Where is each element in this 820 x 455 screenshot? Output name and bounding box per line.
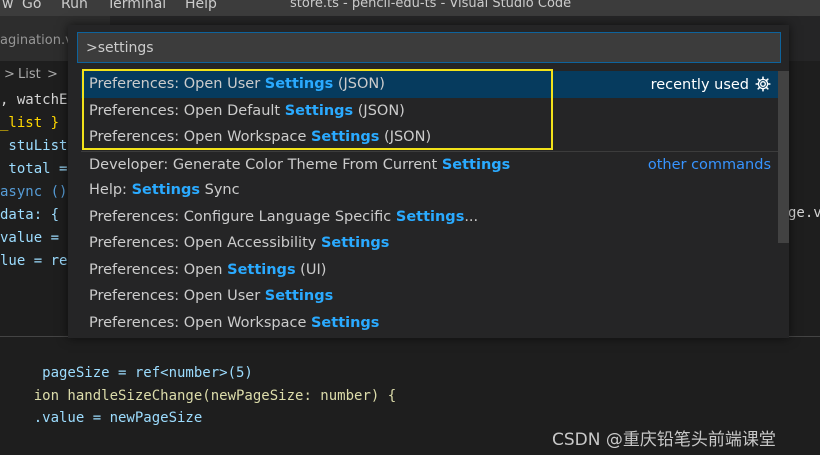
command-item-detail: recently used	[650, 77, 749, 93]
command-item-label: Preferences: Open Accessibility Settings	[89, 235, 389, 251]
command-item-suffix: (UI)	[295, 261, 327, 278]
command-item-prefix: Preferences: Open Workspace	[89, 129, 311, 145]
command-item-label: Preferences: Open Settings (UI)	[89, 262, 326, 278]
window-title: store.ts - pencil-edu-ts - Visual Studio…	[290, 0, 572, 11]
command-item[interactable]: Preferences: Configure Language Specific…	[81, 204, 781, 231]
command-item-prefix: Preferences: Configure Language Specific	[89, 208, 396, 225]
command-item-label: Preferences: Open Workspace Settings (JS…	[89, 129, 431, 145]
command-item-match: Settings	[310, 314, 380, 331]
command-item[interactable]: Preferences: Open Settings (UI)	[81, 257, 781, 284]
command-item-match: Settings	[264, 76, 334, 92]
command-item-prefix: Developer: Generate Color Theme From Cur…	[89, 156, 442, 173]
command-item-match: Settings	[131, 182, 201, 198]
command-item[interactable]: Preferences: Open Workspace Settings	[81, 310, 781, 337]
command-item[interactable]: Preferences: Open Accessibility Settings	[81, 230, 781, 257]
command-item[interactable]: Developer: Generate Color Theme From Cur…	[81, 150, 781, 178]
editor-tab-label: agination.v	[0, 33, 73, 48]
command-item-match: Settings	[310, 129, 380, 145]
command-item-match: Settings	[264, 288, 334, 304]
command-list: Preferences: Open User Settings (JSON) re…	[81, 71, 781, 336]
code-line: _list }	[0, 115, 60, 131]
command-item-prefix: Preferences: Open Workspace	[89, 314, 311, 331]
code-text: .value = newPageSize	[33, 410, 203, 426]
command-item-prefix: Preferences: Open Default	[89, 102, 285, 119]
code-line: data: {	[0, 207, 60, 223]
command-item-label: Preferences: Open Default Settings (JSON…	[89, 103, 405, 119]
command-item-match: Settings	[227, 261, 296, 278]
command-item-label: Help: Settings Sync	[89, 182, 240, 198]
command-item[interactable]: Preferences: Open Default Settings (JSON…	[81, 98, 781, 125]
code-fragment-right: ge.v	[788, 205, 820, 221]
code-line: total =	[0, 161, 68, 177]
menu-item-view[interactable]: w	[2, 0, 13, 12]
command-item-prefix: Preferences: Open	[89, 261, 228, 278]
command-item-suffix: Sync	[200, 182, 240, 198]
command-item-prefix: Preferences: Open User	[89, 288, 265, 304]
command-item[interactable]: Preferences: Open Workspace Settings (JS…	[81, 124, 781, 151]
command-item[interactable]: Preferences: Open User Settings	[81, 283, 781, 310]
command-item-suffix: ...	[464, 208, 479, 225]
command-item-match: Settings	[320, 235, 390, 251]
command-item-suffix: (JSON)	[353, 102, 405, 119]
menu-item-go[interactable]: Go	[22, 0, 41, 12]
command-item-match: Settings	[441, 156, 511, 173]
code-line: lue = re	[0, 253, 68, 269]
gear-icon[interactable]	[755, 76, 771, 92]
recently-used-label: recently used	[651, 76, 771, 93]
command-item-label: Preferences: Open User Settings (JSON)	[89, 76, 385, 92]
code-line: async ()	[0, 184, 68, 200]
title-bar: w Go Run Terminal Help store.ts - pencil…	[0, 0, 820, 16]
command-item-prefix: Preferences: Open User	[89, 76, 265, 92]
command-item-label: Developer: Generate Color Theme From Cur…	[89, 157, 510, 173]
command-item-match: Settings	[284, 102, 354, 119]
command-item-label: Preferences: Open User Settings	[89, 288, 333, 304]
breadcrumb-item-list[interactable]: List	[18, 67, 41, 82]
breadcrumb-separator: >	[4, 67, 15, 82]
command-list-scrollbar[interactable]	[778, 71, 789, 243]
command-item[interactable]: Preferences: Open User Settings (JSON) re…	[81, 71, 781, 98]
command-item[interactable]: Help: Settings Sync	[81, 177, 781, 204]
command-item-match: Settings	[395, 208, 465, 225]
command-item-detail: other commands	[647, 156, 771, 173]
code-line: , watchE	[0, 92, 68, 108]
code-line: .value = newPageSize	[0, 385, 203, 451]
menu-item-help[interactable]: Help	[185, 0, 217, 12]
watermark: CSDN @重庆铅笔头前端课堂	[552, 430, 776, 450]
command-item-label: Preferences: Open Workspace Settings	[89, 315, 379, 331]
command-item-prefix: Help:	[89, 182, 132, 198]
other-commands-label: other commands	[648, 157, 771, 173]
command-item-suffix: (JSON)	[333, 76, 385, 92]
code-line: stuList	[0, 138, 68, 154]
menu-item-run[interactable]: Run	[61, 0, 88, 12]
breadcrumb-separator: >	[47, 67, 58, 82]
command-palette: Preferences: Open User Settings (JSON) re…	[68, 25, 789, 338]
menu-item-terminal[interactable]: Terminal	[107, 0, 166, 12]
command-palette-input[interactable]	[77, 32, 781, 63]
command-item-label: Preferences: Configure Language Specific…	[89, 209, 478, 225]
command-item-suffix: (JSON)	[379, 129, 432, 145]
command-item-prefix: Preferences: Open Accessibility	[89, 235, 321, 251]
code-line: value =	[0, 230, 60, 246]
